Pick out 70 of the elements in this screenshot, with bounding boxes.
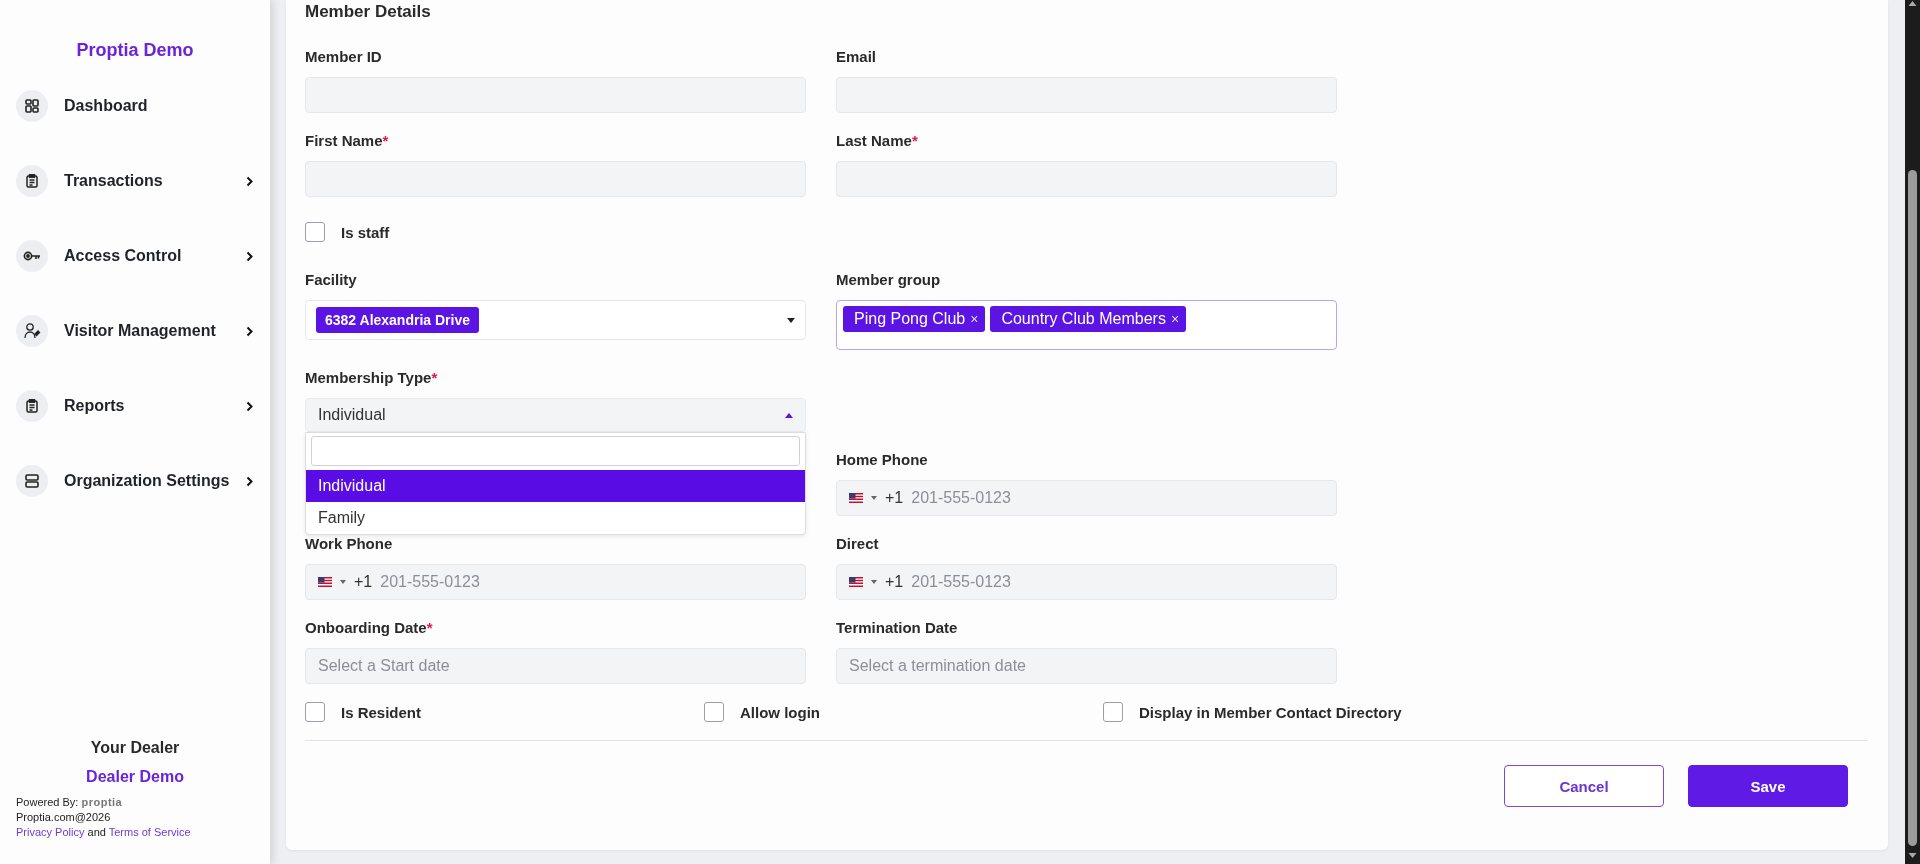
brand-title: Proptia Demo <box>75 39 195 62</box>
cancel-button[interactable]: Cancel <box>1504 765 1664 807</box>
field-label: First Name* <box>305 131 390 151</box>
nav-item[interactable]: Access Control <box>16 236 254 276</box>
nav-item[interactable]: Reports <box>16 386 254 426</box>
legal-text: Privacy Policy and Terms of Service <box>16 825 192 840</box>
terms-link[interactable]: Terms of Service <box>108 826 191 838</box>
visitor-icon <box>23 322 41 340</box>
nav-item[interactable]: Transactions <box>16 161 254 201</box>
checkbox-label: Allow login <box>740 703 820 721</box>
field-label: Onboarding Date* <box>305 618 434 638</box>
field-label: Direct <box>836 534 880 554</box>
phone-field[interactable]: +1 201-555-0123 <box>836 564 1337 600</box>
privacy-link[interactable]: Privacy Policy <box>16 826 85 838</box>
select-field[interactable]: Individual <box>305 398 806 432</box>
nav-item[interactable]: Organization Settings <box>16 461 254 501</box>
field-label: Member group <box>836 270 942 290</box>
grid-icon <box>25 99 39 113</box>
powered-by-text: Powered By: <box>16 796 79 808</box>
remove-tag[interactable]: × <box>970 311 979 327</box>
chevron-icon <box>246 325 254 337</box>
field-label: Home Phone <box>836 450 929 470</box>
remove-tag[interactable]: × <box>1170 311 1180 327</box>
chevron-icon <box>246 475 254 487</box>
chevron-icon <box>246 400 254 412</box>
checkbox-label: Display in Member Contact Directory <box>1139 703 1402 721</box>
server-icon <box>25 474 39 488</box>
copyright-text: Proptia.com@2026 <box>16 810 112 825</box>
field-label: Email <box>836 47 878 67</box>
tag-chip: Country Club Members × <box>990 306 1187 332</box>
chevron-icon <box>246 175 254 187</box>
key-icon <box>23 250 41 262</box>
save-button[interactable]: Save <box>1688 765 1848 807</box>
checkbox[interactable] <box>1103 702 1123 722</box>
caret-icon <box>871 580 877 584</box>
dropdown-option[interactable]: Family <box>306 502 805 534</box>
field-label: Last Name* <box>836 131 919 151</box>
dealer-name[interactable]: Dealer Demo <box>0 768 270 786</box>
field-label: Membership Type* <box>305 368 439 388</box>
dropdown-option[interactable]: Individual <box>306 470 805 502</box>
clipboard-icon <box>26 174 38 188</box>
brand-logo: proptia <box>81 796 123 808</box>
flag-icon <box>318 577 332 587</box>
flag-icon <box>849 577 863 587</box>
caret-icon <box>340 580 346 584</box>
nav-item[interactable]: Visitor Management <box>16 311 254 351</box>
field-label: Member ID <box>305 47 383 67</box>
checkbox[interactable] <box>305 222 325 242</box>
field-label: Termination Date <box>836 618 959 638</box>
field-label: Work Phone <box>305 534 394 554</box>
caret-icon <box>785 412 793 418</box>
checkbox-label: Is staff <box>341 223 390 241</box>
checkbox[interactable] <box>704 702 724 722</box>
phone-field[interactable]: +1 201-555-0123 <box>836 480 1337 516</box>
field-label: Facility <box>305 270 358 290</box>
tag-field[interactable]: Ping Pong Club × Country Club Members × <box>836 300 1337 350</box>
select-field[interactable]: 6382 Alexandria Drive <box>305 300 806 340</box>
chevron-icon <box>246 250 254 262</box>
search-field[interactable] <box>311 436 800 466</box>
checkbox[interactable] <box>305 702 325 722</box>
nav-item[interactable]: Dashboard <box>16 86 254 126</box>
caret-icon <box>787 317 795 323</box>
flag-icon <box>849 493 863 503</box>
clipboard-icon <box>26 399 38 413</box>
dealer-heading: Your Dealer <box>89 739 181 757</box>
tag-chip: Ping Pong Club × <box>843 306 986 332</box>
caret-icon <box>871 496 877 500</box>
phone-field[interactable]: +1 201-555-0123 <box>305 564 806 600</box>
checkbox-label: Is Resident <box>341 703 422 721</box>
section-title: Member Details <box>305 1 432 23</box>
